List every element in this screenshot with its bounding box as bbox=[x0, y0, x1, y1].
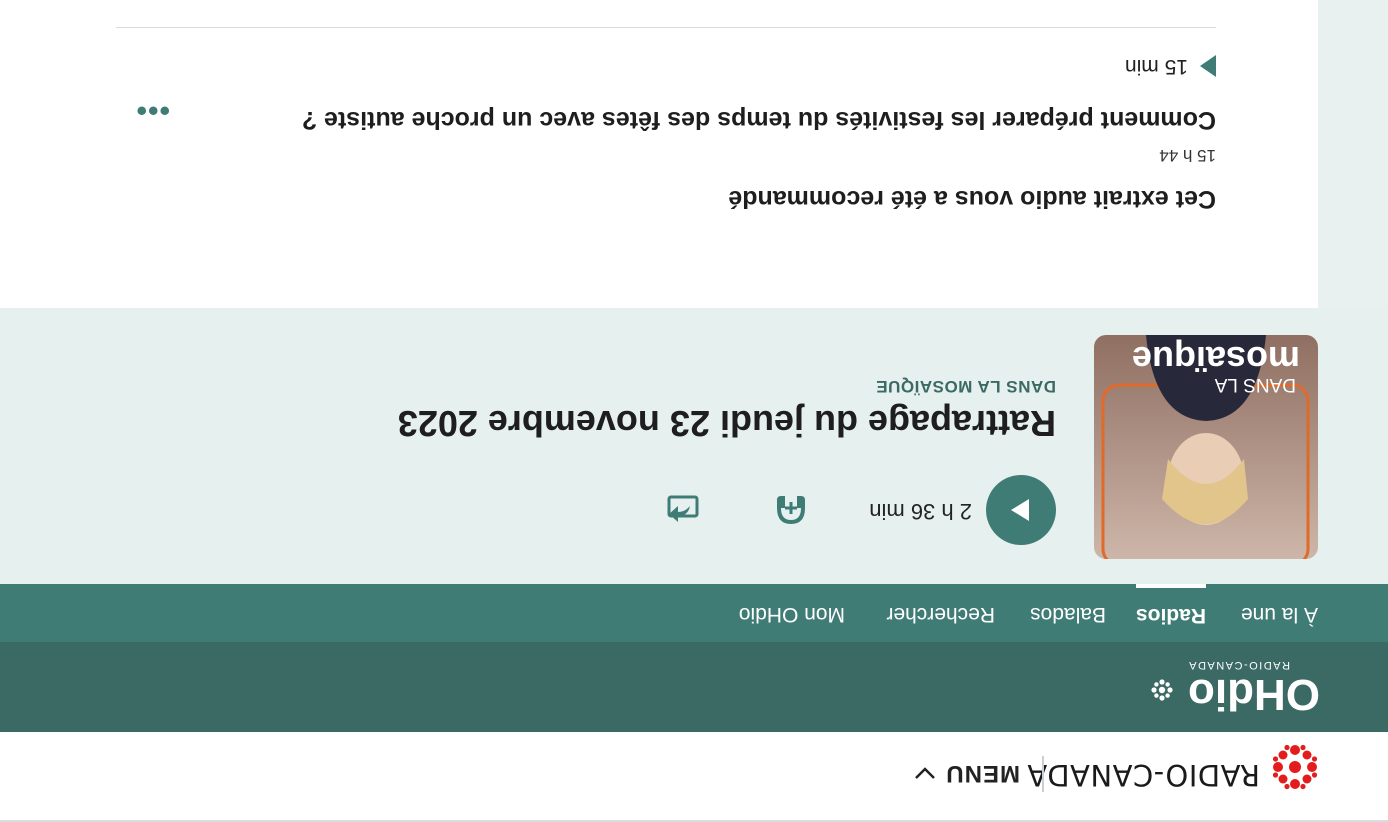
now-playing-section: DANS LA mosaïque DANS LA MOSAÏQUE Rattra… bbox=[0, 308, 1388, 584]
radio-canada-logo-icon[interactable] bbox=[1272, 744, 1318, 790]
play-button[interactable] bbox=[986, 475, 1056, 545]
share-icon[interactable] bbox=[666, 494, 700, 528]
play-icon bbox=[1011, 499, 1029, 521]
menu-button[interactable]: MENU bbox=[913, 759, 1020, 787]
recommendation-time: 15 h 44 bbox=[1159, 146, 1216, 165]
site-header: RADIO-CANADA MENU bbox=[0, 732, 1388, 822]
main-nav: À la une Radios Balados Rechercher Mon O… bbox=[0, 584, 1388, 642]
ohdio-logo-subtext: RADIO-CANADA bbox=[1188, 659, 1290, 671]
page-root: RADIO-CANADA MENU OHdio RADIO-CANADA À l… bbox=[0, 0, 1388, 822]
cover-title-big: mosaïque bbox=[1132, 339, 1300, 380]
menu-label: MENU bbox=[945, 760, 1020, 787]
recommendation-duration: 15 min bbox=[1124, 55, 1188, 78]
nav-item-a-la-une[interactable]: À la une bbox=[1241, 584, 1318, 642]
recommendation-card: Cet extrait audio vous a été recommandé … bbox=[0, 0, 1318, 308]
ohdio-logo-text: OHdio bbox=[1188, 670, 1320, 718]
nav-item-balados[interactable]: Balados bbox=[1030, 584, 1106, 642]
recommendation-heading: Cet extrait audio vous a été recommandé bbox=[728, 185, 1216, 213]
play-icon bbox=[1200, 55, 1216, 77]
episode-title[interactable]: Rattrapage du jeudi 23 novembre 2023 bbox=[398, 402, 1056, 444]
recommendation-play-button[interactable]: 15 min bbox=[1125, 54, 1216, 78]
ohdio-logo[interactable]: OHdio RADIO-CANADA bbox=[1140, 658, 1320, 718]
episode-cover-image[interactable]: DANS LA mosaïque bbox=[1094, 335, 1318, 559]
episode-duration: 2 h 36 min bbox=[869, 499, 972, 524]
nav-item-mon-ohdio[interactable]: Mon OHdio bbox=[739, 584, 845, 642]
show-label[interactable]: DANS LA MOSAÏQUE bbox=[876, 376, 1056, 396]
divider bbox=[116, 27, 1216, 28]
more-options-icon[interactable]: ••• bbox=[135, 94, 170, 127]
recommendation-episode-title[interactable]: Comment préparer les festivités du temps… bbox=[302, 105, 1216, 134]
nav-item-rechercher[interactable]: Rechercher bbox=[886, 584, 995, 642]
ohdio-brand-bar: OHdio RADIO-CANADA bbox=[0, 642, 1388, 732]
add-to-list-icon[interactable] bbox=[774, 492, 808, 528]
chevron-down-icon bbox=[915, 767, 936, 779]
nav-item-radios[interactable]: Radios bbox=[1135, 584, 1206, 642]
radio-canada-wordmark[interactable]: RADIO-CANADA bbox=[1027, 758, 1260, 792]
header-divider bbox=[1042, 756, 1044, 792]
